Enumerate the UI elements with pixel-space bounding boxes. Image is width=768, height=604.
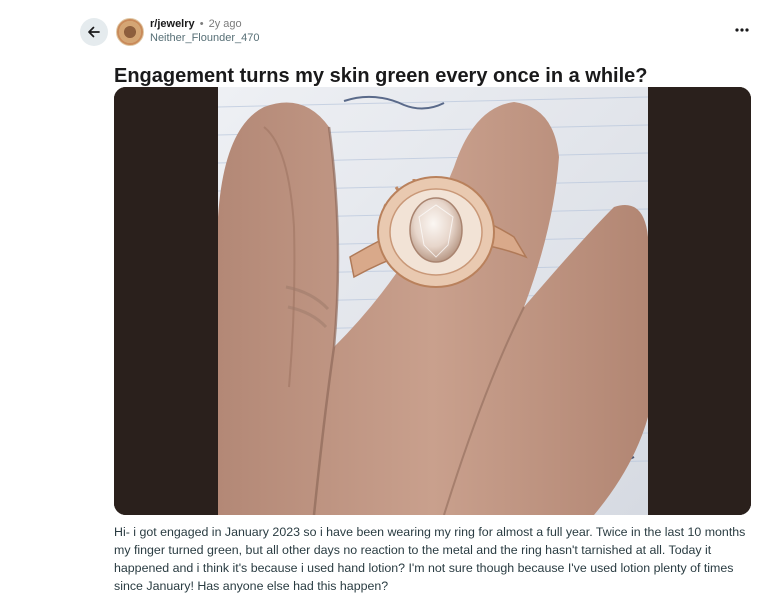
back-button[interactable] bbox=[80, 18, 108, 46]
arrow-left-icon bbox=[88, 26, 100, 38]
subreddit-link[interactable]: r/jewelry bbox=[150, 18, 195, 30]
post-time: 2y ago bbox=[208, 18, 242, 30]
subreddit-avatar[interactable] bbox=[116, 18, 144, 46]
post-meta: r/jewelry • 2y ago Neither_Flounder_470 bbox=[150, 18, 259, 45]
post-title: Engagement turns my skin green every onc… bbox=[114, 65, 648, 88]
more-horizontal-icon bbox=[735, 28, 749, 32]
meta-separator: • bbox=[199, 18, 204, 30]
ring-photo bbox=[114, 87, 751, 515]
author-link[interactable]: Neither_Flounder_470 bbox=[150, 32, 259, 45]
post-body: Hi- i got engaged in January 2023 so i h… bbox=[114, 525, 746, 593]
post-image[interactable] bbox=[114, 87, 751, 515]
more-options-button[interactable] bbox=[732, 22, 752, 38]
